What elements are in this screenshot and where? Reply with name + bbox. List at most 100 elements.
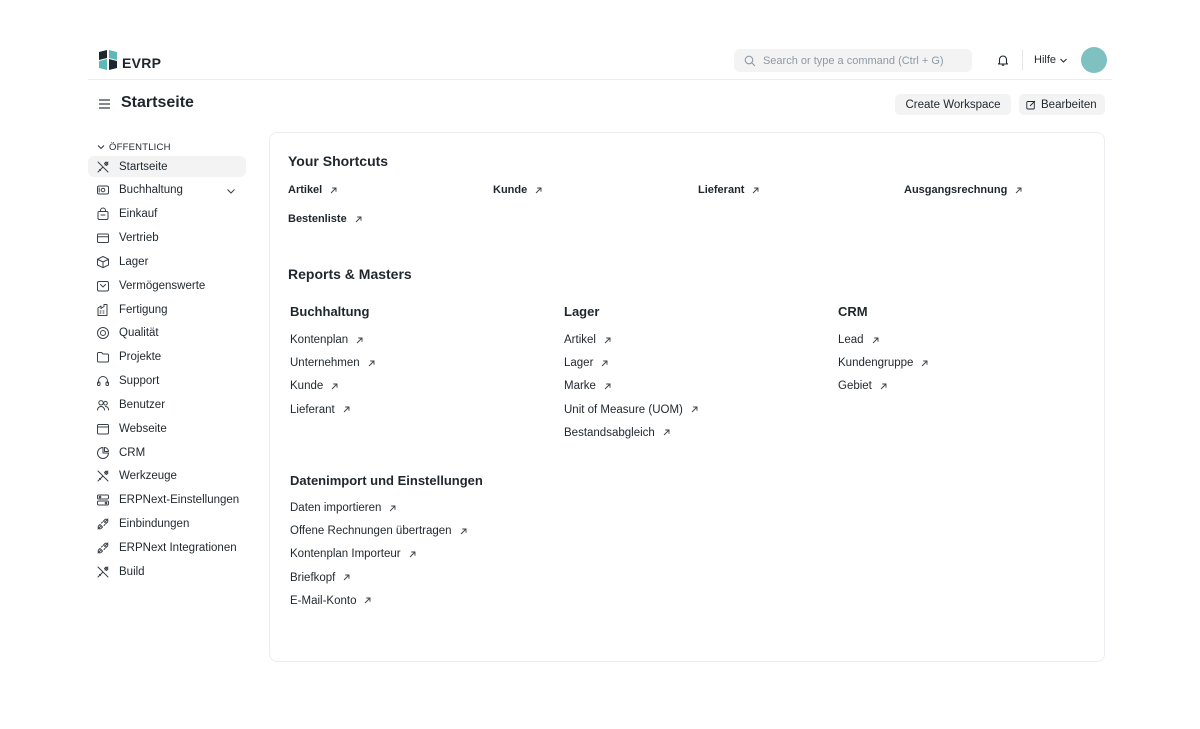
shortcut-link[interactable]: Lieferant	[698, 184, 759, 196]
arrow-up-right-icon	[691, 406, 698, 413]
sidebar-item-startseite[interactable]: Startseite	[88, 156, 246, 177]
headset-icon	[97, 376, 109, 387]
page-head: Startseite Create Workspace Bearbeiten	[88, 90, 1112, 120]
link-label: Unit of Measure (UOM)	[564, 403, 683, 416]
arrow-up-right-icon	[880, 383, 887, 390]
sidebar-item-erpnext-einstellungen[interactable]: ERPNext-Einstellungen	[88, 490, 246, 511]
reports-heading: Reports & Masters	[288, 266, 412, 282]
arrow-up-right-icon	[753, 187, 759, 193]
report-link[interactable]: Briefkopf	[290, 572, 350, 584]
report-link[interactable]: Unit of Measure (UOM)	[564, 404, 698, 416]
sidebar-item-vertrieb[interactable]: Vertrieb	[88, 228, 246, 249]
logo-icon	[99, 50, 117, 70]
report-link[interactable]: Kontenplan	[290, 334, 363, 346]
report-link[interactable]: Kunde	[290, 380, 338, 392]
link-label: Marke	[564, 380, 596, 393]
report-link[interactable]: E-Mail-Konto	[290, 595, 371, 607]
report-link[interactable]: Lead	[838, 334, 879, 346]
shortcut-link[interactable]: Bestenliste	[288, 213, 362, 225]
sidebar-item-einkauf[interactable]: Einkauf	[88, 204, 246, 225]
chevron-down-icon[interactable]	[226, 186, 236, 196]
report-link[interactable]: Bestandsabgleich	[564, 427, 670, 439]
edit-button[interactable]: Bearbeiten	[1019, 94, 1105, 115]
sidebar-item-webseite[interactable]: Webseite	[88, 418, 246, 439]
report-group-title: Datenimport und Einstellungen	[290, 473, 483, 488]
link-label: Lieferant	[290, 403, 335, 416]
sidebar-item-lager[interactable]: Lager	[88, 251, 246, 272]
sidebar-item-label: Einkauf	[119, 208, 158, 221]
link-label: Lager	[564, 357, 594, 370]
sidebar-item-label: Einbindungen	[119, 518, 190, 531]
sidebar-item-projekte[interactable]: Projekte	[88, 347, 246, 368]
users-icon	[97, 400, 110, 411]
sidebar-section-public[interactable]: ÖFFENTLICH	[88, 138, 246, 156]
sidebar-item-support[interactable]: Support	[88, 371, 246, 392]
shortcuts-heading: Your Shortcuts	[288, 153, 389, 169]
shortcut-link[interactable]: Artikel	[288, 184, 337, 196]
sidebar-item-label: Lager	[119, 255, 149, 268]
integration-icon	[97, 542, 109, 554]
sidebar-item-qualitat[interactable]: Qualität	[88, 323, 246, 344]
bell-icon[interactable]	[996, 53, 1010, 67]
sidebar-item-label: Vertrieb	[119, 232, 159, 245]
link-label: Kundengruppe	[838, 357, 914, 370]
link-label: Lead	[838, 334, 864, 346]
shortcut-link[interactable]: Ausgangsrechnung	[904, 184, 1022, 196]
sidebar-item-werkzeuge[interactable]: Werkzeuge	[88, 466, 246, 487]
edit-icon	[1026, 100, 1036, 109]
sidebar: ÖFFENTLICH Startseite Buchhaltung Einkauf V…	[88, 138, 246, 585]
report-link[interactable]: Lager	[564, 357, 608, 369]
help-dropdown[interactable]: Hilfe	[1034, 54, 1068, 66]
create-workspace-button[interactable]: Create Workspace	[895, 94, 1011, 115]
report-link[interactable]: Offene Rechnungen übertragen	[290, 525, 467, 537]
link-label: Daten importieren	[290, 502, 382, 514]
sidebar-item-einbindungen[interactable]: Einbindungen	[88, 514, 246, 535]
search-input[interactable]	[762, 54, 972, 67]
report-group-title: Lager	[564, 304, 600, 319]
report-link[interactable]: Artikel	[564, 334, 611, 346]
browser-icon	[97, 423, 109, 435]
report-link[interactable]: Marke	[564, 380, 611, 392]
link-label: Artikel	[288, 184, 323, 196]
sidebar-item-erpnext-integrationen[interactable]: ERPNext Integrationen	[88, 538, 246, 559]
arrow-up-right-icon	[330, 187, 337, 193]
navbar: EVRP Hilfe	[88, 40, 1112, 80]
sidebar-item-build[interactable]: Build	[88, 561, 246, 582]
menu-icon[interactable]	[99, 99, 110, 109]
avatar[interactable]	[1081, 47, 1107, 73]
report-link[interactable]: Daten importieren	[290, 502, 396, 514]
arrow-up-right-icon	[1015, 187, 1022, 193]
edit-label: Bearbeiten	[1041, 98, 1097, 111]
arrow-up-right-icon	[355, 216, 362, 222]
report-link[interactable]: Kundengruppe	[838, 357, 928, 369]
sidebar-item-benutzer[interactable]: Benutzer	[88, 394, 246, 415]
sidebar-item-label: Qualität	[119, 327, 159, 340]
report-link[interactable]: Kontenplan Importeur	[290, 548, 416, 560]
sidebar-item-label: Webseite	[119, 422, 167, 435]
search-bar[interactable]	[734, 49, 972, 72]
sidebar-item-fertigung[interactable]: Fertigung	[88, 299, 246, 320]
sidebar-item-buchhaltung[interactable]: Buchhaltung	[88, 180, 246, 201]
sidebar-item-label: Build	[119, 565, 145, 578]
arrow-up-right-icon	[604, 337, 611, 343]
arrow-up-right-icon	[604, 383, 611, 390]
report-group-title: CRM	[838, 304, 868, 319]
assets-icon	[97, 280, 109, 292]
arrow-up-right-icon	[368, 360, 375, 367]
link-label: E-Mail-Konto	[290, 594, 357, 607]
shortcut-link[interactable]: Kunde	[493, 184, 542, 196]
link-label: Artikel	[564, 334, 596, 346]
chevron-down-icon	[1060, 58, 1067, 63]
sidebar-item-crm[interactable]: CRM	[88, 442, 246, 463]
link-label: Kontenplan Importeur	[290, 548, 401, 561]
logo-text: EVRP	[122, 55, 162, 71]
link-label: Bestandsabgleich	[564, 426, 655, 439]
chevron-down-icon	[97, 145, 105, 150]
report-link[interactable]: Unternehmen	[290, 357, 375, 369]
app-logo[interactable]: EVRP	[97, 50, 161, 70]
arrow-up-right-icon	[356, 337, 363, 343]
sidebar-item-vermogenswerte[interactable]: Vermögenswerte	[88, 275, 246, 296]
shopping-bag-icon	[97, 207, 109, 221]
report-link[interactable]: Gebiet	[838, 380, 887, 392]
report-link[interactable]: Lieferant	[290, 404, 350, 416]
